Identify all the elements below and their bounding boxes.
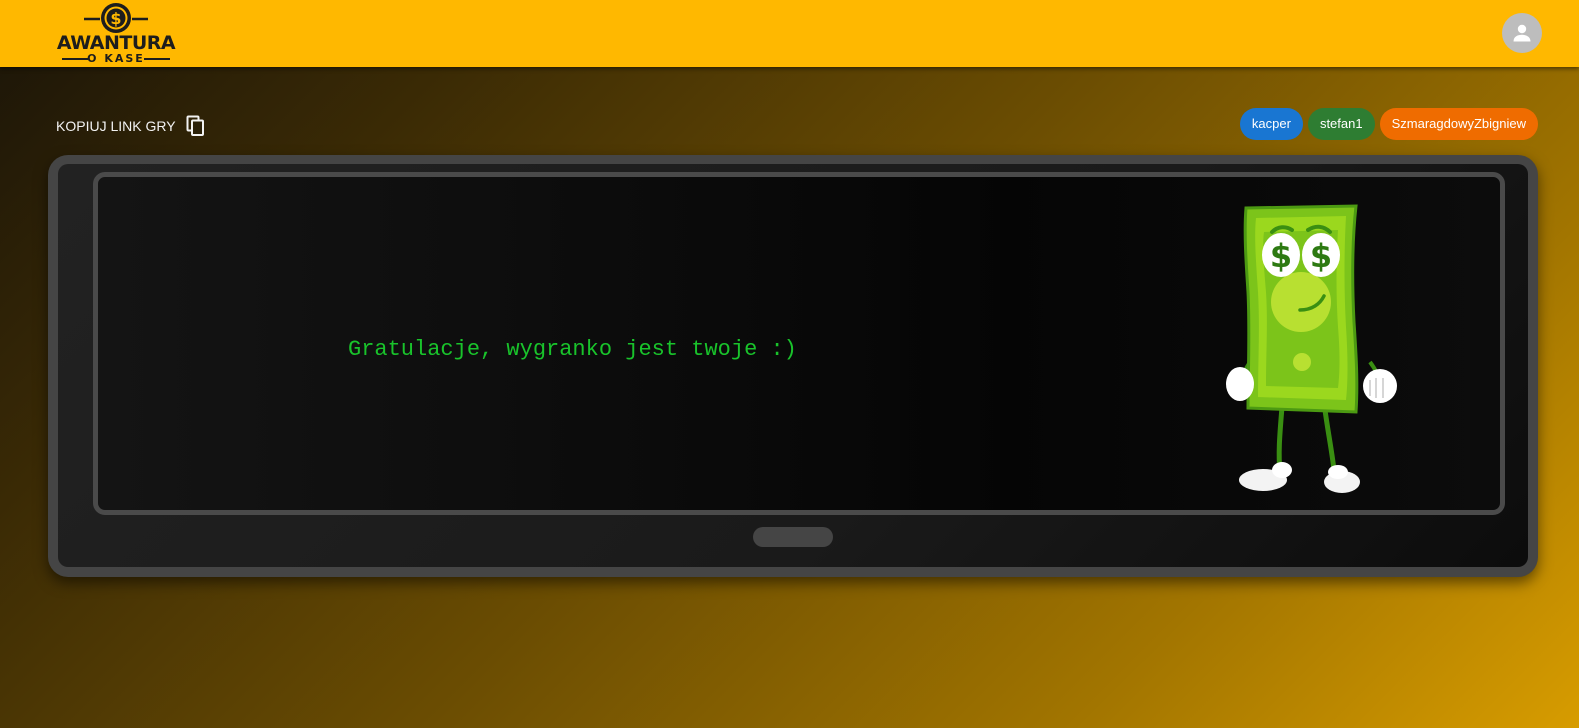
copy-game-link-button[interactable]: KOPIUJ LINK GRY — [56, 115, 206, 137]
user-avatar-button[interactable] — [1502, 13, 1542, 53]
tv-knob — [753, 527, 833, 547]
screen-message: Gratulacje, wygranko jest twoje :) — [348, 337, 797, 362]
top-app-bar: $ AWANTURA O KASE — [0, 0, 1579, 67]
player-chip[interactable]: stefan1 — [1307, 108, 1375, 140]
svg-text:$: $ — [1310, 237, 1332, 275]
copy-game-link-label: KOPIUJ LINK GRY — [56, 118, 176, 134]
tv-screen: Gratulacje, wygranko jest twoje :) $ $ — [93, 172, 1505, 515]
logo-title: AWANTURA — [56, 32, 176, 54]
tv-frame: Gratulacje, wygranko jest twoje :) $ $ — [48, 155, 1538, 577]
copy-icon — [186, 115, 204, 136]
player-chip[interactable]: kacper — [1239, 108, 1303, 140]
tv-bezel: Gratulacje, wygranko jest twoje :) $ $ — [58, 164, 1528, 567]
player-chip[interactable]: SzmaragdowyZbigniew — [1379, 108, 1538, 140]
svg-text:$: $ — [1270, 237, 1292, 275]
dollar-bill-mascot: $ $ — [1226, 204, 1397, 493]
svg-text:$: $ — [110, 9, 121, 28]
logo-subtitle: O KASE — [87, 52, 145, 65]
person-icon — [1513, 24, 1531, 42]
player-list: kacper stefan1 SzmaragdowyZbigniew — [1239, 108, 1538, 140]
app-logo[interactable]: $ AWANTURA O KASE — [54, 0, 178, 67]
